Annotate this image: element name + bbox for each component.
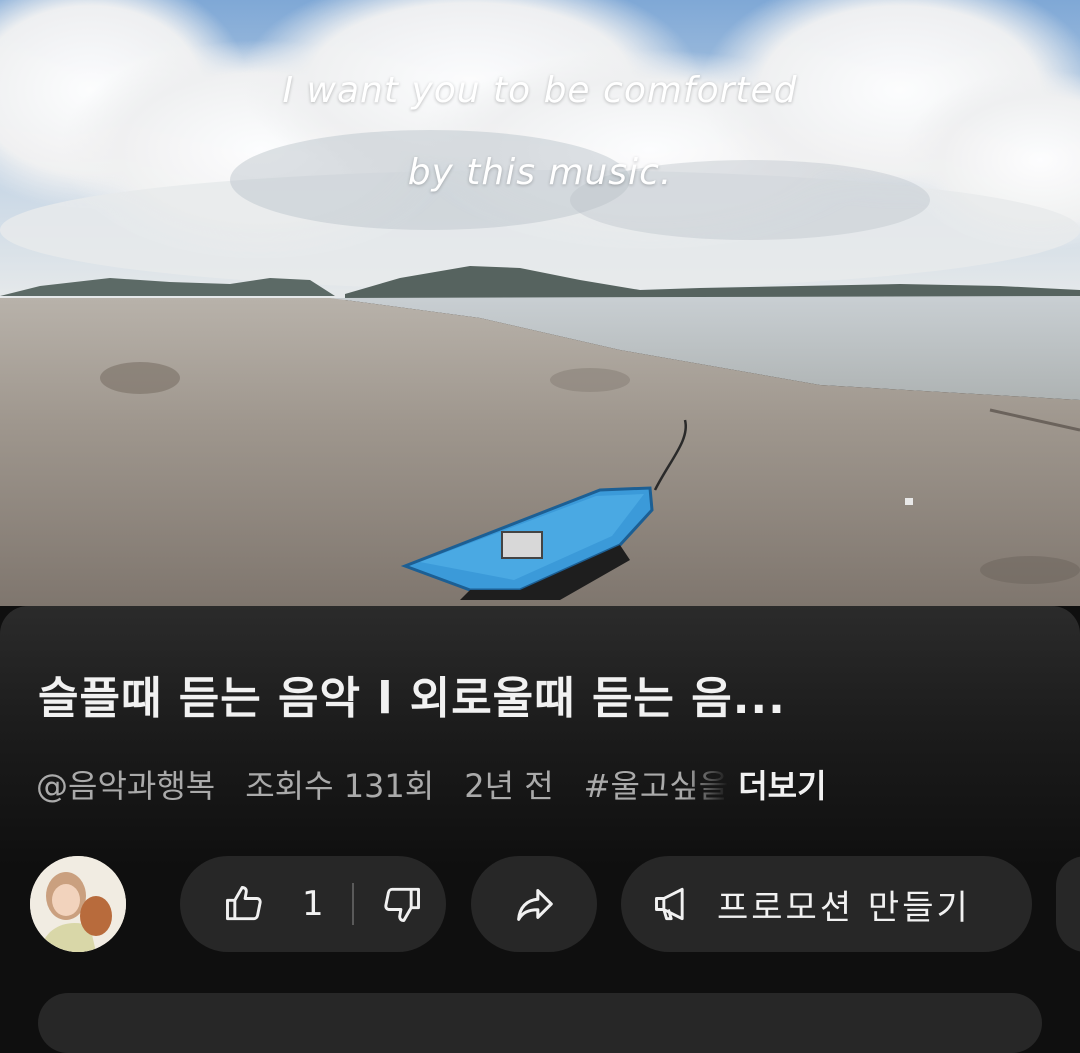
more-actions-pill[interactable] <box>1056 856 1080 952</box>
upload-age: 2년 전 <box>464 767 554 805</box>
create-promotion-button[interactable]: 프로모션 만들기 <box>621 856 1032 952</box>
thumbs-down-icon <box>383 887 420 922</box>
hashtag[interactable]: #울고싶을 <box>584 761 729 807</box>
thumbs-up-icon <box>226 886 262 921</box>
video-meta-row[interactable]: @음악과행복 조회수 131회 2년 전 #울고싶을 더보기 <box>36 760 1036 808</box>
channel-handle[interactable]: @음악과행복 <box>36 761 215 807</box>
video-title[interactable]: 슬플때 듣는 음악 l 외로울때 듣는 음... <box>38 662 1048 726</box>
channel-avatar[interactable] <box>30 856 126 952</box>
comments-card[interactable] <box>38 993 1042 1053</box>
view-count: 조회수 131회 <box>245 767 435 805</box>
video-player[interactable]: I want you to be comforted by this music… <box>0 0 1080 606</box>
share-arrow-icon <box>517 889 553 921</box>
like-count: 1 <box>302 884 324 924</box>
more-button[interactable]: 더보기 <box>738 761 826 807</box>
megaphone-icon <box>651 882 695 926</box>
like-dislike-pill: 1 <box>180 856 446 952</box>
like-button[interactable]: 1 <box>180 856 324 952</box>
video-caption-line-2: by this music. <box>407 152 673 193</box>
dislike-button[interactable] <box>354 856 424 952</box>
share-button[interactable] <box>471 856 597 952</box>
promo-label: 프로모션 만들기 <box>717 887 971 928</box>
video-caption-line-1: I want you to be comforted <box>282 70 798 111</box>
clouds <box>0 0 1080 290</box>
